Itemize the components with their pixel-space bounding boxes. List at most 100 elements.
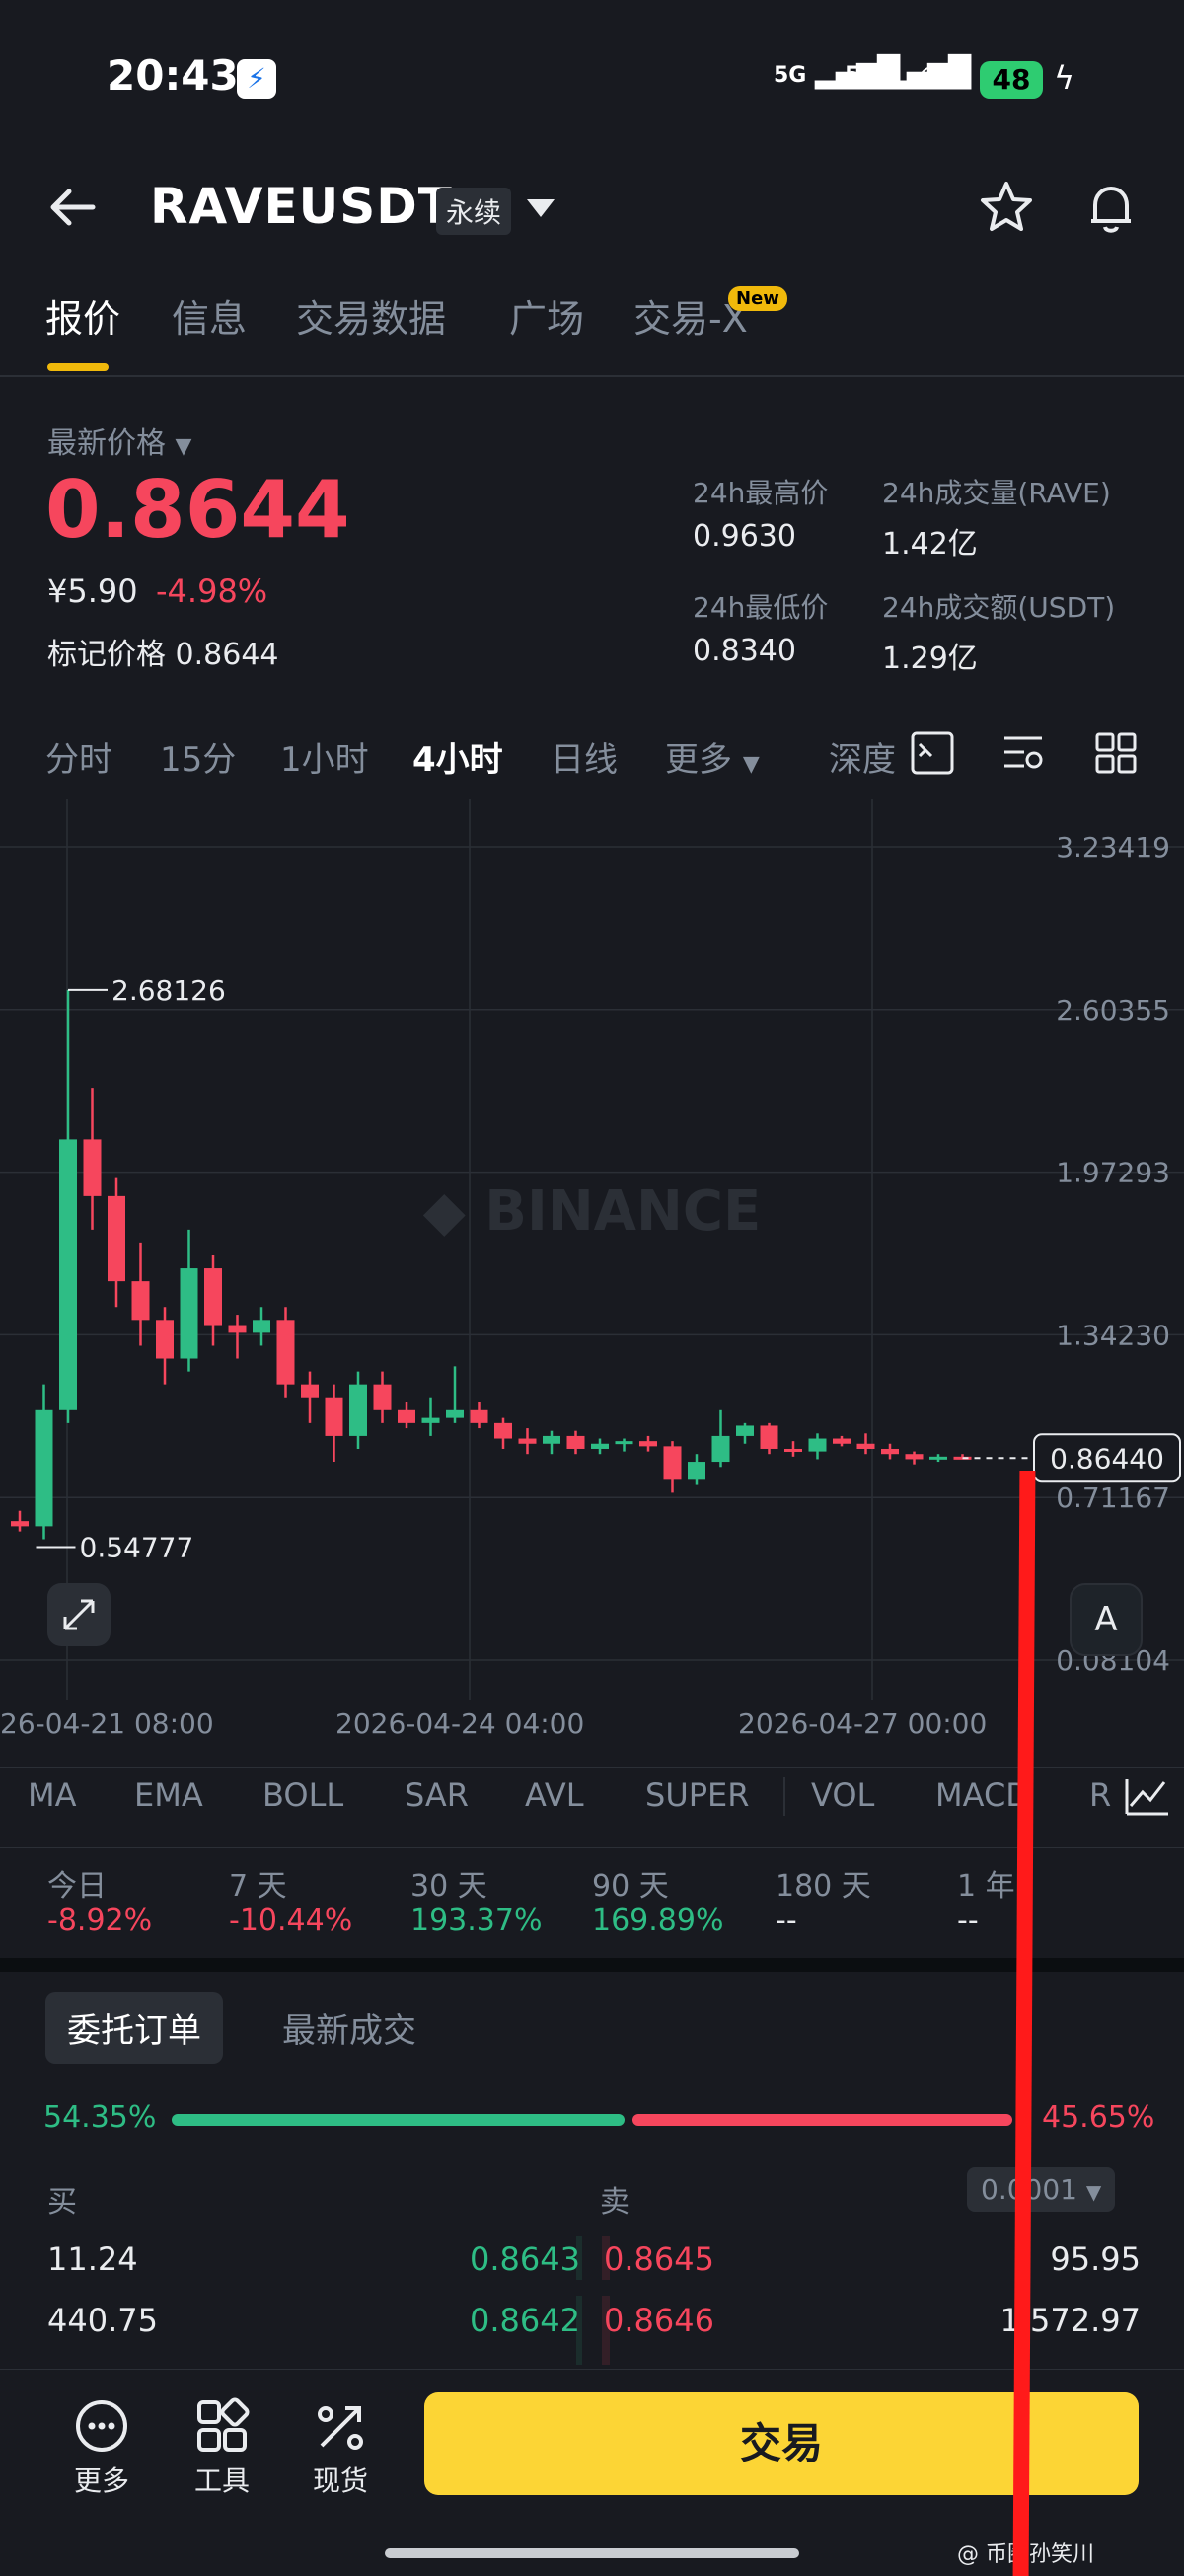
perf-180d-value: -- xyxy=(776,1903,797,1937)
indicator-vol[interactable]: VOL xyxy=(811,1777,874,1814)
back-arrow-icon[interactable] xyxy=(43,178,103,237)
y-tick-label: 0.71167 xyxy=(1056,1481,1170,1514)
indicator-settings-icon[interactable] xyxy=(1000,730,1046,776)
more-dots-icon xyxy=(57,2396,146,2456)
volume-24h-value: 1.42亿 xyxy=(882,527,978,562)
charging-icon: ϟ xyxy=(1054,59,1075,97)
candle-body xyxy=(929,1456,947,1460)
tab-latest-trades[interactable]: 最新成交 xyxy=(282,2004,416,2052)
candle-body xyxy=(663,1446,682,1480)
indicator-ma[interactable]: MA xyxy=(28,1777,77,1814)
interval-time[interactable]: 分时 xyxy=(45,732,112,781)
high-24h-value: 0.9630 xyxy=(693,519,796,554)
more-button[interactable]: 更多 xyxy=(57,2396,146,2499)
notification-app-icon: ⚡ xyxy=(237,59,276,99)
auto-scale-button[interactable]: A xyxy=(1070,1583,1143,1656)
tab-quote[interactable]: 报价 xyxy=(45,288,120,342)
candle-body xyxy=(204,1268,222,1326)
caret-down-icon[interactable] xyxy=(523,193,558,223)
last-price-label[interactable]: 最新价格 ▼ xyxy=(47,418,191,462)
perf-1y-value: -- xyxy=(957,1903,979,1937)
ask-price-1[interactable]: 0.8645 xyxy=(604,2240,714,2278)
more-label: 更多 xyxy=(73,2464,129,2497)
ask-price-2[interactable]: 0.8646 xyxy=(604,2302,714,2339)
sell-ratio: 45.65% xyxy=(1042,2100,1155,2135)
candlestick-chart[interactable]: 3.23419 2.60355 1.97293 1.34230 0.71167 0.081… xyxy=(0,799,1184,1747)
perf-7d-value: -10.44% xyxy=(229,1903,353,1937)
chart-indicators-icon[interactable] xyxy=(1117,1769,1184,1828)
bid-price-2[interactable]: 0.8642 xyxy=(470,2302,580,2339)
candle-body xyxy=(566,1435,585,1449)
candle-body xyxy=(156,1320,174,1359)
candle-body xyxy=(301,1384,319,1398)
interval-15m[interactable]: 15分 xyxy=(160,732,236,781)
tools-button[interactable]: 工具 xyxy=(178,2396,266,2499)
signal-5g-icon-2: 5G ▂▄▆█ xyxy=(845,55,971,90)
perf-1y-label: 1 年 xyxy=(957,1869,1015,1904)
tab-order-book[interactable]: 委托订单 xyxy=(45,1992,223,2064)
y-tick-label: 2.60355 xyxy=(1056,994,1170,1026)
perf-today-label: 今日 xyxy=(47,1869,107,1904)
tab-trading-data[interactable]: 交易数据 xyxy=(296,288,446,342)
amount-24h-label: 24h成交额(USDT) xyxy=(882,591,1116,624)
home-indicator[interactable] xyxy=(385,2548,799,2558)
sell-ratio-bar xyxy=(632,2114,1012,2126)
spot-button[interactable]: 现货 xyxy=(296,2396,385,2499)
chart-settings-icon[interactable] xyxy=(910,730,955,776)
precision-select[interactable]: 0.0001 ▼ xyxy=(967,2167,1116,2212)
expand-chart-button[interactable] xyxy=(47,1583,111,1646)
tab-square[interactable]: 广场 xyxy=(509,288,584,342)
y-tick-label: 1.34230 xyxy=(1056,1319,1170,1351)
perf-90d-label: 90 天 xyxy=(592,1869,669,1904)
indicator-super[interactable]: SUPER xyxy=(645,1777,749,1814)
x-tick-label: 2026-04-27 00:00 xyxy=(738,1707,987,1740)
tab-info[interactable]: 信息 xyxy=(172,288,247,342)
candle-body xyxy=(905,1454,924,1460)
trade-button[interactable]: 交易 xyxy=(424,2392,1139,2495)
x-tick-label: 26-04-21 08:00 xyxy=(0,1707,214,1740)
candle-body xyxy=(808,1438,827,1452)
candle-body xyxy=(228,1325,247,1333)
buy-column-header: 买 xyxy=(47,2185,77,2220)
candle-body xyxy=(881,1448,899,1455)
indicator-ema[interactable]: EMA xyxy=(134,1777,203,1814)
candle-body xyxy=(373,1384,392,1410)
volume-24h-label: 24h成交量(RAVE) xyxy=(882,477,1111,509)
current-price-label: 0.86440 xyxy=(1050,1442,1164,1475)
spot-swap-icon xyxy=(296,2396,385,2456)
tools-label: 工具 xyxy=(193,2464,250,2497)
y-tick-label: 1.97293 xyxy=(1056,1157,1170,1189)
candle-body xyxy=(253,1320,270,1333)
interval-depth[interactable]: 深度 xyxy=(829,732,896,781)
buy-ratio: 54.35% xyxy=(43,2100,157,2135)
candle-body xyxy=(325,1397,343,1436)
candle-body xyxy=(543,1435,560,1444)
battery-indicator: 48 xyxy=(980,61,1043,99)
candle-body xyxy=(131,1281,150,1321)
candle-body xyxy=(349,1384,367,1436)
price-change: -4.98% xyxy=(156,572,268,610)
bid-qty-1: 11.24 xyxy=(47,2240,138,2278)
grid-layout-icon[interactable] xyxy=(1093,730,1139,776)
bell-icon[interactable] xyxy=(1081,178,1141,237)
new-badge: New xyxy=(728,286,787,311)
bid-price-1[interactable]: 0.8643 xyxy=(470,2240,580,2278)
spot-label: 现货 xyxy=(312,2464,368,2497)
interval-4h[interactable]: 4小时 xyxy=(412,732,503,781)
indicator-macd[interactable]: MACD xyxy=(935,1777,1030,1814)
interval-more[interactable]: 更多 ▼ xyxy=(665,732,760,781)
indicator-sar[interactable]: SAR xyxy=(405,1777,469,1814)
indicator-boll[interactable]: BOLL xyxy=(262,1777,343,1814)
candle-body xyxy=(711,1435,730,1463)
symbol-title[interactable]: RAVEUSDT xyxy=(150,178,453,235)
status-time: 20:43 xyxy=(107,51,239,100)
indicator-avl[interactable]: AVL xyxy=(525,1777,584,1814)
section-divider xyxy=(0,1958,1184,1972)
indicator-r[interactable]: R xyxy=(1089,1777,1111,1814)
candle-body xyxy=(688,1462,705,1480)
interval-1h[interactable]: 1小时 xyxy=(280,732,369,781)
contract-type-tag: 永续 xyxy=(436,188,512,235)
star-icon[interactable] xyxy=(977,178,1036,237)
perf-90d-value: 169.89% xyxy=(592,1903,724,1937)
interval-1d[interactable]: 日线 xyxy=(551,732,618,781)
